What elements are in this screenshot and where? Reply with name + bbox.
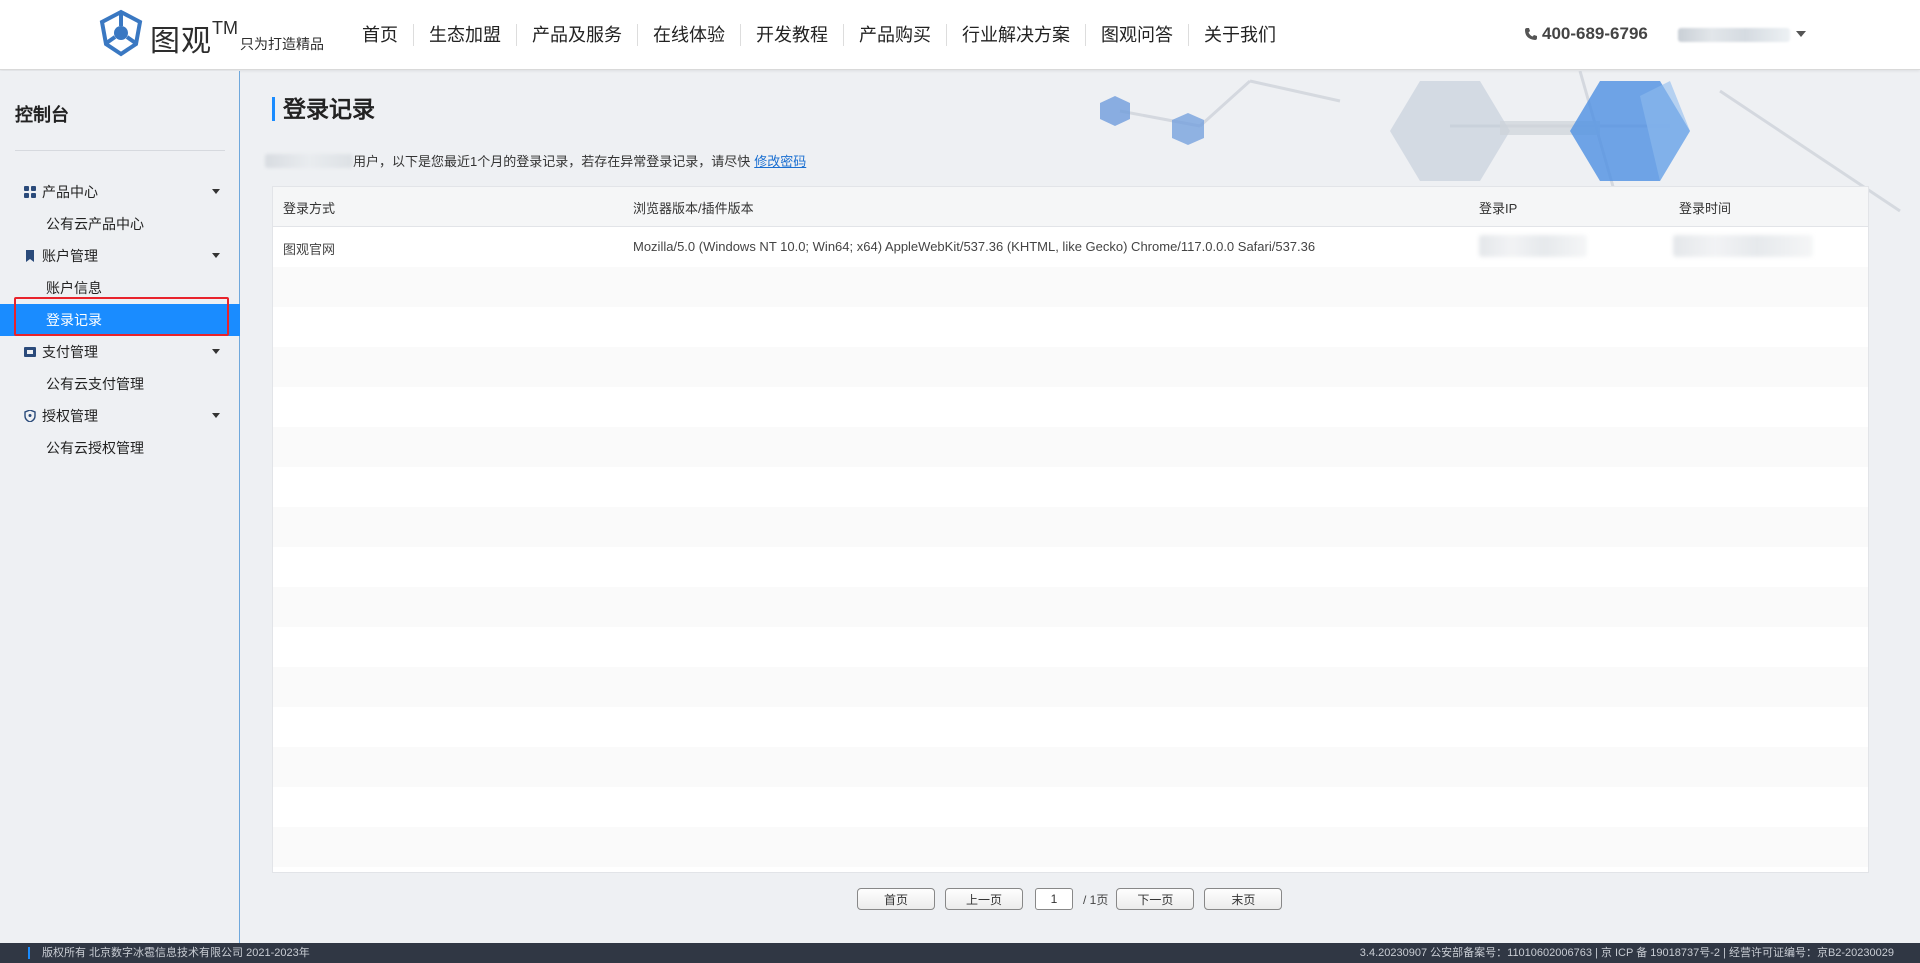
sidebar-item-login-records[interactable]: 登录记录 (0, 304, 240, 336)
caret-down-icon (212, 189, 220, 194)
table-row-empty (273, 547, 1868, 587)
grid-icon (24, 186, 36, 198)
column-header-ip: 登录IP (1479, 201, 1518, 216)
cell-method: 图观官网 (283, 242, 336, 257)
username-redacted (265, 153, 353, 168)
last-page-button[interactable]: 末页 (1204, 888, 1283, 910)
nav-home[interactable]: 首页 (350, 24, 413, 46)
brand-logo[interactable]: 图观 TM 只为打造精品 (96, 8, 324, 60)
table-row-empty (273, 307, 1868, 347)
cell-ip-redacted (1479, 235, 1587, 257)
sidebar-group-product-center[interactable]: 产品中心 (0, 176, 240, 208)
sidebar-group-label: 授权管理 (42, 408, 98, 424)
sidebar-item-public-cloud-products[interactable]: 公有云产品中心 (0, 208, 240, 240)
table-row-empty (273, 467, 1868, 507)
sidebar: 控制台 产品中心 公有云产品中心 账户管理 账户信息 登录记录 支付管理 公有云… (0, 71, 240, 943)
notice-text: 用户，以下是您最近1个月的登录记录，若存在异常登录记录，请尽快 (353, 154, 751, 169)
user-menu[interactable] (1678, 27, 1806, 43)
change-password-link[interactable]: 修改密码 (754, 151, 806, 170)
sidebar-group-account[interactable]: 账户管理 (0, 240, 240, 272)
phone-number: 400-689-6796 (1542, 24, 1648, 43)
page-title: 登录记录 (272, 97, 375, 121)
brand-tm: TM (212, 18, 238, 38)
sidebar-item-account-info[interactable]: 账户信息 (0, 272, 240, 304)
cell-time-redacted (1673, 235, 1813, 257)
nav-purchase[interactable]: 产品购买 (843, 24, 946, 46)
table-row: 图观官网 Mozilla/5.0 (Windows NT 10.0; Win64… (273, 227, 1868, 267)
table-row-empty (273, 827, 1868, 867)
nav-ecosystem[interactable]: 生态加盟 (413, 24, 516, 46)
table-header: 登录方式 浏览器版本/插件版本 登录IP 登录时间 (273, 187, 1868, 227)
nav-qa[interactable]: 图观问答 (1085, 24, 1188, 46)
nav-products[interactable]: 产品及服务 (516, 24, 637, 46)
column-header-method: 登录方式 (283, 201, 336, 216)
column-header-browser: 浏览器版本/插件版本 (633, 201, 754, 216)
table-row-empty (273, 707, 1868, 747)
login-notice: 用户，以下是您最近1个月的登录记录，若存在异常登录记录，请尽快 修改密码 (265, 151, 806, 170)
table-row-empty (273, 587, 1868, 627)
prev-page-button[interactable]: 上一页 (945, 888, 1023, 910)
logo-icon (99, 9, 143, 57)
username-redacted (1678, 28, 1790, 42)
sidebar-item-public-cloud-payment[interactable]: 公有云支付管理 (0, 368, 240, 400)
caret-down-icon (212, 413, 220, 418)
main-content: 登录记录 用户，以下是您最近1个月的登录记录，若存在异常登录记录，请尽快 修改密… (241, 71, 1920, 943)
nav-about[interactable]: 关于我们 (1188, 24, 1291, 46)
sidebar-divider (15, 150, 225, 151)
table-row-empty (273, 267, 1868, 307)
shield-icon (24, 410, 36, 422)
sidebar-group-payment[interactable]: 支付管理 (0, 336, 240, 368)
table-row-empty (273, 427, 1868, 467)
caret-down-icon (212, 253, 220, 258)
sidebar-title: 控制台 (15, 105, 69, 125)
brand-slogan: 只为打造精品 (240, 36, 324, 52)
table-row-empty (273, 787, 1868, 827)
sidebar-group-license[interactable]: 授权管理 (0, 400, 240, 432)
cell-browser: Mozilla/5.0 (Windows NT 10.0; Win64; x64… (633, 239, 1316, 254)
contact-phone: 400-689-6796 (1524, 24, 1648, 44)
table-row-empty (273, 667, 1868, 707)
nav-tutorials[interactable]: 开发教程 (740, 24, 843, 46)
sidebar-item-public-cloud-license[interactable]: 公有云授权管理 (0, 432, 240, 464)
login-records-table: 登录方式 浏览器版本/插件版本 登录IP 登录时间 图观官网 Mozilla/5… (272, 186, 1869, 873)
ticket-icon (24, 347, 36, 357)
first-page-button[interactable]: 首页 (857, 888, 935, 910)
footer: 版权所有 北京数字冰雹信息技术有限公司 2021-2023年 3.4.20230… (0, 943, 1920, 963)
page-total: / 1页 (1083, 892, 1109, 907)
next-page-button[interactable]: 下一页 (1116, 888, 1195, 910)
pagination: 首页 上一页 1 / 1页 下一页 末页 (857, 888, 1292, 910)
bookmark-icon (26, 250, 34, 262)
sidebar-group-label: 支付管理 (42, 344, 98, 360)
table-row-empty (273, 747, 1868, 787)
nav-solutions[interactable]: 行业解决方案 (946, 24, 1085, 46)
brand-name: 图观 (150, 25, 212, 58)
nav-online-demo[interactable]: 在线体验 (637, 24, 740, 46)
caret-down-icon (212, 349, 220, 354)
sidebar-group-label: 产品中心 (42, 184, 98, 200)
top-header: 图观 TM 只为打造精品 首页 生态加盟 产品及服务 在线体验 开发教程 产品购… (0, 0, 1920, 70)
column-header-time: 登录时间 (1679, 201, 1732, 216)
footer-registration: 3.4.20230907 公安部备案号：11010602006763 | 京 I… (1359, 947, 1894, 959)
phone-icon (1525, 28, 1537, 40)
table-row-empty (273, 507, 1868, 547)
page-number-input[interactable]: 1 (1035, 888, 1073, 910)
sidebar-group-label: 账户管理 (42, 248, 98, 264)
main-nav: 首页 生态加盟 产品及服务 在线体验 开发教程 产品购买 行业解决方案 图观问答… (350, 24, 1291, 46)
table-row-empty (273, 387, 1868, 427)
chevron-down-icon (1796, 31, 1806, 37)
table-row-empty (273, 627, 1868, 667)
footer-copyright: 版权所有 北京数字冰雹信息技术有限公司 2021-2023年 (28, 947, 310, 959)
table-row-empty (273, 347, 1868, 387)
